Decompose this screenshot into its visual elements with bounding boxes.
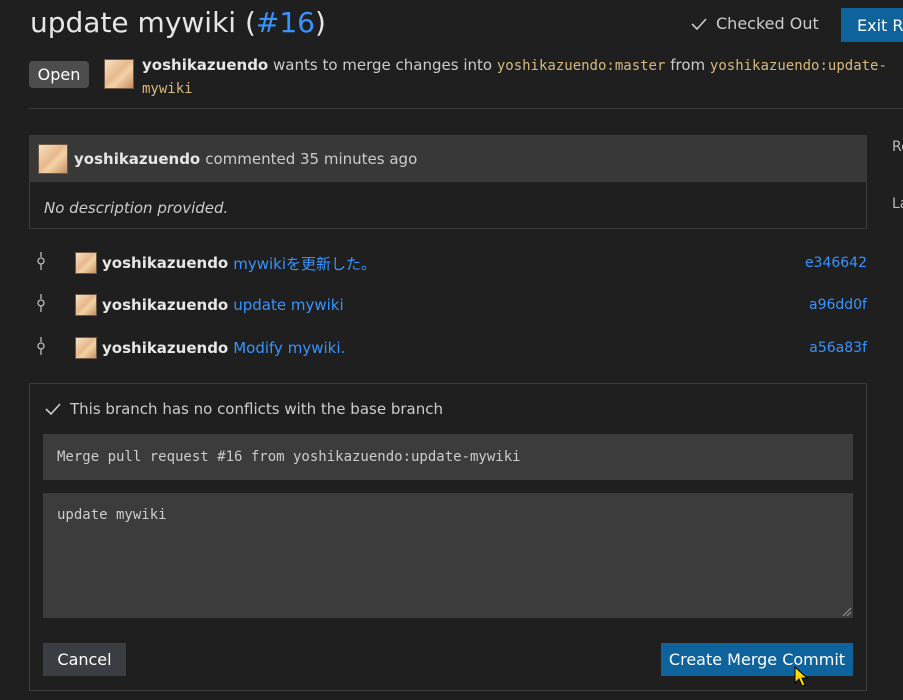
merge-message-text: update mywiki bbox=[57, 507, 167, 523]
pr-author[interactable]: yoshikazuendo bbox=[142, 56, 268, 74]
comment-time: commented 35 minutes ago bbox=[205, 150, 418, 168]
commit-author[interactable]: yoshikazuendo bbox=[102, 254, 228, 272]
pr-title-close: ) bbox=[315, 6, 326, 39]
divider bbox=[29, 108, 903, 109]
pr-merge-description: yoshikazuendo wants to merge changes int… bbox=[142, 54, 902, 100]
commit-row: yoshikazuendo Modify mywiki. a56a83f bbox=[29, 334, 867, 362]
merge-title-input[interactable]: Merge pull request #16 from yoshikazuend… bbox=[43, 434, 853, 480]
commit-message-link[interactable]: Modify mywiki. bbox=[233, 339, 345, 357]
avatar[interactable] bbox=[104, 59, 134, 89]
git-commit-icon bbox=[29, 337, 53, 359]
commit-row: yoshikazuendo mywikiを更新した。 e346642 bbox=[29, 249, 867, 277]
checked-out-status[interactable]: Checked Out bbox=[690, 14, 819, 33]
commit-sha-link[interactable]: a56a83f bbox=[809, 340, 867, 356]
avatar[interactable] bbox=[75, 337, 97, 359]
pr-title-text: update mywiki ( bbox=[30, 6, 256, 39]
check-icon bbox=[691, 17, 707, 30]
avatar[interactable] bbox=[38, 144, 68, 174]
avatar[interactable] bbox=[75, 294, 97, 316]
wants-text: wants to merge changes into bbox=[273, 56, 493, 74]
no-conflicts-status: This branch has no conflicts with the ba… bbox=[44, 400, 443, 418]
commit-author[interactable]: yoshikazuendo bbox=[102, 296, 228, 314]
pr-number-link[interactable]: #16 bbox=[256, 6, 315, 39]
git-commit-icon bbox=[29, 252, 53, 274]
commit-message-link[interactable]: mywikiを更新した。 bbox=[233, 253, 376, 274]
mouse-cursor-icon bbox=[794, 666, 808, 687]
from-text: from bbox=[670, 56, 706, 74]
comment-author[interactable]: yoshikazuendo bbox=[74, 150, 200, 168]
commit-author[interactable]: yoshikazuendo bbox=[102, 339, 228, 357]
base-branch: yoshikazuendo:master bbox=[496, 58, 666, 74]
commit-row: yoshikazuendo update mywiki a96dd0f bbox=[29, 291, 867, 319]
cancel-button[interactable]: Cancel bbox=[43, 643, 126, 676]
check-icon bbox=[45, 403, 61, 416]
merge-message-textarea[interactable]: update mywiki bbox=[43, 493, 853, 618]
comment-body: No description provided. bbox=[44, 199, 229, 217]
merge-panel: This branch has no conflicts with the ba… bbox=[29, 383, 867, 691]
avatar[interactable] bbox=[75, 252, 97, 274]
resize-grip-icon[interactable] bbox=[841, 606, 851, 616]
status-badge: Open bbox=[29, 61, 89, 88]
create-merge-commit-button[interactable]: Create Merge Commit bbox=[661, 643, 853, 676]
commit-sha-link[interactable]: a96dd0f bbox=[809, 297, 867, 313]
commit-sha-link[interactable]: e346642 bbox=[805, 255, 867, 271]
no-conflicts-text: This branch has no conflicts with the ba… bbox=[70, 400, 443, 418]
page-title: update mywiki (#16) bbox=[30, 6, 326, 39]
sidebar-labels-label: La bbox=[892, 196, 903, 212]
comment-header: yoshikazuendo commented 35 minutes ago bbox=[30, 136, 866, 182]
commit-message-link[interactable]: update mywiki bbox=[233, 296, 343, 314]
exit-review-button[interactable]: Exit R bbox=[841, 8, 903, 42]
checked-out-label: Checked Out bbox=[716, 14, 819, 33]
git-commit-icon bbox=[29, 294, 53, 316]
description-comment: yoshikazuendo commented 35 minutes ago N… bbox=[29, 135, 867, 229]
sidebar-reviewers-label: Re bbox=[892, 139, 903, 155]
